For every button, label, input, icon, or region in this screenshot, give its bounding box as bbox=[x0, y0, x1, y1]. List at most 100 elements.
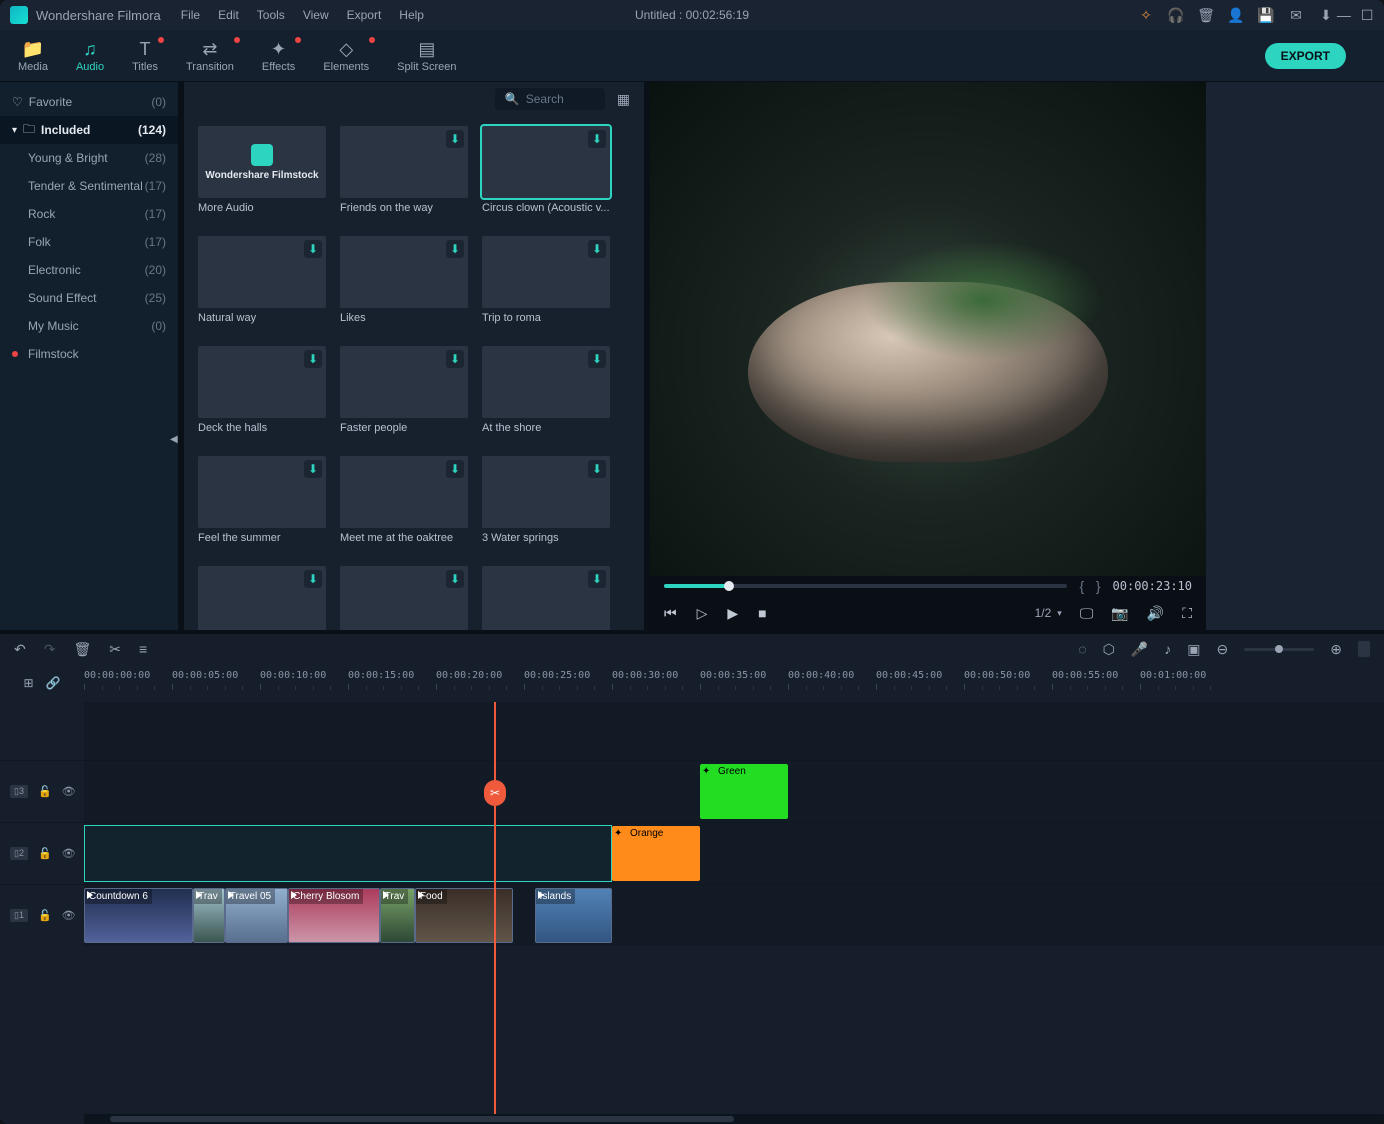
volume-icon[interactable]: 🔊 bbox=[1147, 605, 1164, 622]
tab-effects[interactable]: ✦Effects bbox=[262, 39, 295, 73]
download-icon[interactable]: ⬇ bbox=[304, 240, 322, 258]
download-icon[interactable]: ⬇ bbox=[1318, 7, 1334, 23]
headphones-icon[interactable]: 🎧 bbox=[1168, 7, 1184, 23]
asset-item[interactable]: ⬇Trip to roma bbox=[482, 236, 610, 324]
tab-titles[interactable]: TTitles bbox=[132, 39, 158, 73]
sidebar-item[interactable]: Folk(17) bbox=[0, 228, 178, 256]
timeline-track-2[interactable]: ▯2 🔓 👁 ✦Orange bbox=[0, 822, 1384, 884]
sidebar-item[interactable]: My Music(0) bbox=[0, 312, 178, 340]
trash-icon[interactable]: 🗑 bbox=[1198, 7, 1214, 23]
menu-tools[interactable]: Tools bbox=[257, 8, 285, 22]
timeline-ruler[interactable]: 00:00:00:0000:00:05:0000:00:10:0000:00:1… bbox=[84, 664, 1384, 702]
play-button[interactable]: ▷ bbox=[697, 605, 708, 622]
render-icon[interactable]: ◌ bbox=[1078, 641, 1086, 657]
sidebar-item[interactable]: Sound Effect(25) bbox=[0, 284, 178, 312]
zoom-in-icon[interactable]: ⊕ bbox=[1330, 641, 1342, 658]
download-icon[interactable]: ⬇ bbox=[446, 350, 464, 368]
sidebar-item[interactable]: Rock(17) bbox=[0, 200, 178, 228]
add-track-icon[interactable]: ⊞ bbox=[23, 676, 33, 690]
undo-button[interactable]: ↶ bbox=[14, 641, 26, 658]
visibility-icon[interactable]: 👁 bbox=[62, 847, 76, 860]
asset-item[interactable]: ⬇Be fun bbox=[198, 566, 326, 630]
prev-frame-button[interactable]: ⏮ bbox=[664, 605, 677, 622]
preview-scrubber[interactable]: { } 00:00:23:10 bbox=[650, 576, 1206, 596]
asset-item[interactable]: ⬇Deck the halls bbox=[198, 346, 326, 434]
display-icon[interactable]: 🖵 bbox=[1080, 605, 1094, 622]
zoom-fit-icon[interactable] bbox=[1358, 641, 1370, 657]
download-icon[interactable]: ⬇ bbox=[446, 240, 464, 258]
marker-icon[interactable]: ⬡ bbox=[1103, 641, 1115, 658]
menu-view[interactable]: View bbox=[303, 8, 329, 22]
idea-icon[interactable]: ✧ bbox=[1138, 7, 1154, 23]
clip[interactable]: Trav bbox=[193, 888, 225, 943]
sidebar-favorite[interactable]: ♡Favorite (0) bbox=[0, 88, 178, 116]
grid-view-icon[interactable]: ▦ bbox=[617, 91, 630, 108]
mark-in-out-icon[interactable]: { } bbox=[1079, 578, 1100, 594]
snapshot-icon[interactable]: 📷 bbox=[1111, 605, 1128, 622]
download-icon[interactable]: ⬇ bbox=[304, 460, 322, 478]
user-icon[interactable]: 👤 bbox=[1228, 7, 1244, 23]
sidebar-item[interactable]: Young & Bright(28) bbox=[0, 144, 178, 172]
clip[interactable]: Food bbox=[415, 888, 514, 943]
redo-button[interactable]: ↷ bbox=[44, 641, 56, 658]
asset-item[interactable]: ⬇Friends on the way bbox=[340, 126, 468, 214]
adjust-button[interactable]: ≡ bbox=[139, 641, 147, 657]
menu-file[interactable]: File bbox=[181, 8, 200, 22]
menu-export[interactable]: Export bbox=[347, 8, 382, 22]
download-icon[interactable]: ⬇ bbox=[588, 130, 606, 148]
asset-item[interactable]: Wondershare FilmstockMore Audio bbox=[198, 126, 326, 214]
download-icon[interactable]: ⬇ bbox=[446, 460, 464, 478]
clip[interactable]: ✦Orange bbox=[612, 826, 700, 881]
download-icon[interactable]: ⬇ bbox=[588, 240, 606, 258]
menu-edit[interactable]: Edit bbox=[218, 8, 239, 22]
download-icon[interactable]: ⬇ bbox=[304, 350, 322, 368]
asset-item[interactable]: ⬇Feel the summer bbox=[198, 456, 326, 544]
download-icon[interactable]: ⬇ bbox=[446, 570, 464, 588]
preview-zoom-select[interactable]: 1/2▾ bbox=[1035, 606, 1062, 620]
fullscreen-icon[interactable]: ⛶ bbox=[1182, 605, 1192, 622]
download-icon[interactable]: ⬇ bbox=[588, 570, 606, 588]
link-icon[interactable]: 🔗 bbox=[46, 676, 61, 690]
timeline-track-1[interactable]: ▯1 🔓 👁 Countdown 6TravTravel 05Cherry Bl… bbox=[0, 884, 1384, 946]
window-maximize[interactable]: ☐ bbox=[1361, 7, 1374, 23]
asset-item[interactable]: ⬇At the shore bbox=[482, 346, 610, 434]
asset-item[interactable]: ⬇Likes bbox=[340, 236, 468, 324]
clip[interactable]: Cherry Blosom bbox=[288, 888, 380, 943]
clip[interactable]: Islands bbox=[535, 888, 612, 943]
zoom-slider[interactable] bbox=[1244, 648, 1314, 651]
asset-item[interactable]: ⬇Use in wondering bbox=[340, 566, 468, 630]
preview-viewport[interactable] bbox=[650, 82, 1206, 576]
asset-item[interactable]: ⬇Natural way bbox=[198, 236, 326, 324]
asset-item[interactable]: ⬇3 Water springs bbox=[482, 456, 610, 544]
split-button[interactable]: ✂ bbox=[109, 641, 121, 658]
asset-item[interactable]: ⬇Circus clown (Acoustic v... bbox=[482, 126, 610, 214]
asset-item[interactable]: ⬇Almost perfect bbox=[482, 566, 610, 630]
lock-icon[interactable]: 🔓 bbox=[38, 785, 52, 798]
download-icon[interactable]: ⬇ bbox=[588, 350, 606, 368]
stop-button[interactable]: ■ bbox=[758, 605, 766, 621]
voiceover-icon[interactable]: 🎤 bbox=[1131, 641, 1148, 658]
tab-transition[interactable]: ⇄Transition bbox=[186, 39, 234, 73]
tab-splitscreen[interactable]: ▤Split Screen bbox=[397, 39, 456, 73]
export-button[interactable]: EXPORT bbox=[1265, 43, 1346, 69]
window-minimize[interactable]: — bbox=[1337, 7, 1351, 23]
clip[interactable]: Travel 05 bbox=[225, 888, 288, 943]
zoom-out-icon[interactable]: ⊖ bbox=[1217, 641, 1229, 658]
clip[interactable]: Trav bbox=[380, 888, 415, 943]
crop-icon[interactable]: ▣ bbox=[1187, 641, 1200, 658]
tab-elements[interactable]: ◇Elements bbox=[323, 39, 369, 73]
next-frame-button[interactable]: ▶ bbox=[727, 605, 738, 622]
download-icon[interactable]: ⬇ bbox=[304, 570, 322, 588]
lock-icon[interactable]: 🔓 bbox=[38, 847, 52, 860]
timeline-scrollbar[interactable] bbox=[0, 1114, 1384, 1124]
sidebar-item[interactable]: Tender & Sentimental(17) bbox=[0, 172, 178, 200]
asset-item[interactable]: ⬇Faster people bbox=[340, 346, 468, 434]
lock-icon[interactable]: 🔓 bbox=[38, 909, 52, 922]
sidebar-filmstock[interactable]: Filmstock bbox=[0, 340, 178, 368]
mixer-icon[interactable]: ♪ bbox=[1164, 641, 1171, 657]
save-icon[interactable]: 💾 bbox=[1258, 7, 1274, 23]
visibility-icon[interactable]: 👁 bbox=[62, 909, 76, 922]
sidebar-included[interactable]: ▾🗀Included (124) bbox=[0, 116, 178, 144]
collapse-sidebar-icon[interactable]: ◀ bbox=[170, 434, 178, 445]
sidebar-item[interactable]: Electronic(20) bbox=[0, 256, 178, 284]
